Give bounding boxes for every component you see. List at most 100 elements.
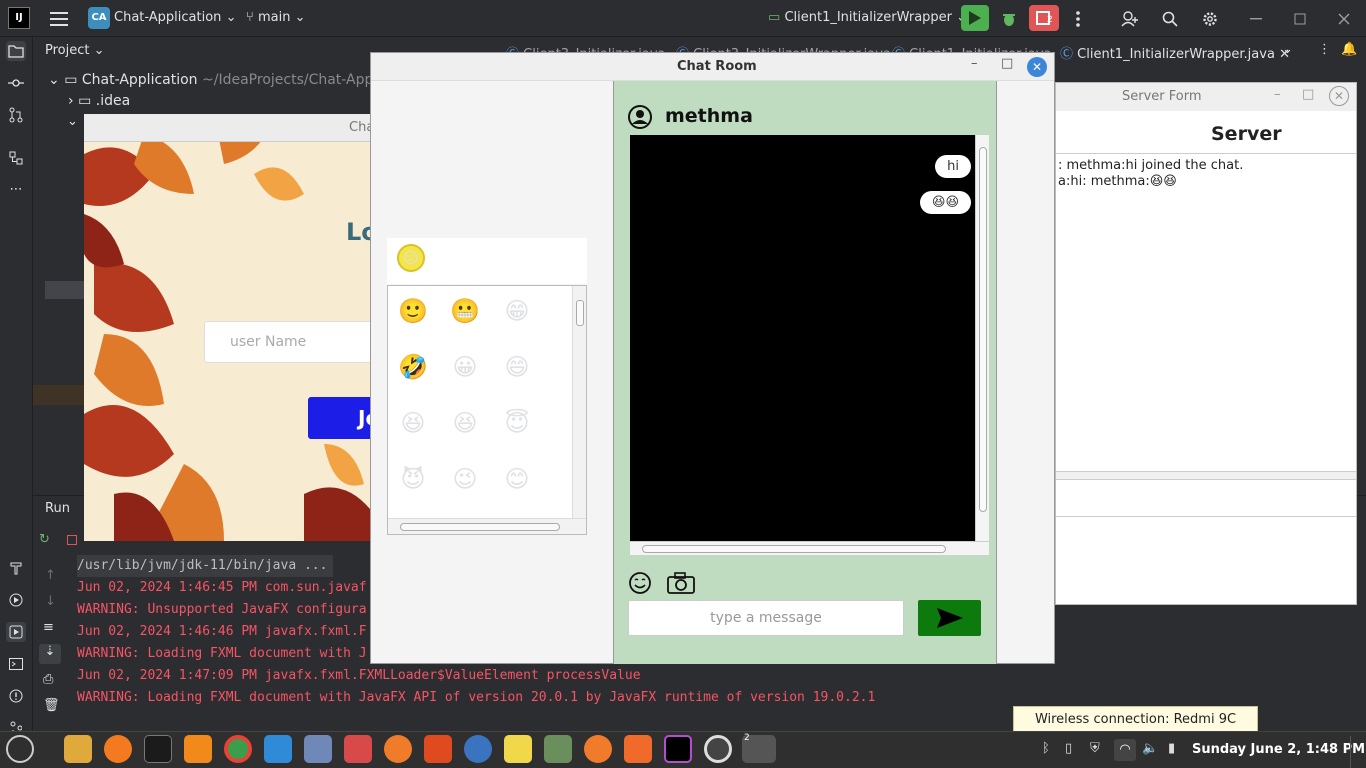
messages-horizontal-scrollbar[interactable]	[630, 541, 989, 555]
rerun-icon[interactable]: ↻	[39, 532, 50, 547]
send-button[interactable]	[918, 600, 981, 636]
emoji-option[interactable]: 🤣	[398, 352, 428, 382]
app-icon[interactable]	[424, 735, 452, 763]
server-message-input[interactable]	[1056, 479, 1356, 517]
clipboard-icon[interactable]: ▯	[1065, 741, 1072, 756]
branch-selector[interactable]: ⑂ main ⌄	[246, 10, 305, 25]
username-field[interactable]: user Name	[204, 321, 374, 363]
emoji-option[interactable]: 😊	[502, 464, 532, 494]
emoji-option[interactable]: 😬	[450, 296, 480, 326]
messages-vertical-scrollbar[interactable]	[975, 135, 989, 541]
window-maximize-icon[interactable]: □	[1001, 56, 1013, 71]
build-icon[interactable]	[6, 558, 26, 578]
start-menu-icon[interactable]	[6, 735, 34, 763]
camera-app-icon[interactable]	[304, 735, 332, 763]
battery-icon[interactable]: ▮	[1168, 741, 1175, 756]
firefox-icon[interactable]	[104, 735, 132, 763]
app-icon[interactable]	[384, 735, 412, 763]
tree-root-row[interactable]: ⌄ ▭ Chat-Application ~/IdeaProjects/Chat…	[48, 72, 397, 88]
show-desktop-button[interactable]	[1350, 736, 1366, 768]
java-app-group-icon[interactable]: 2	[742, 733, 776, 763]
window-maximize-icon[interactable]	[1288, 7, 1312, 31]
media-player-icon[interactable]	[184, 735, 212, 763]
add-user-icon[interactable]	[1118, 7, 1142, 31]
messages-scroll-thumb[interactable]	[979, 147, 987, 512]
emoji-button-icon[interactable]	[628, 571, 652, 595]
run-tool-icon[interactable]	[6, 622, 26, 642]
clear-console-icon[interactable]: 🗑	[43, 698, 60, 713]
selected-emoji[interactable]: 😑	[397, 244, 425, 272]
window-close-icon[interactable]: ✕	[1027, 57, 1047, 77]
postman-icon[interactable]	[344, 735, 372, 763]
window-minimize-icon[interactable]: –	[1274, 87, 1281, 102]
terminal-app-icon[interactable]	[144, 735, 172, 763]
project-tool-icon[interactable]	[6, 41, 26, 61]
search-icon[interactable]	[1158, 7, 1182, 31]
project-selector[interactable]: Chat-Application ⌄	[114, 10, 236, 25]
intellij-taskbar-icon[interactable]	[664, 735, 692, 763]
volume-icon[interactable]: 🔈	[1142, 741, 1158, 756]
run-button[interactable]	[961, 5, 989, 31]
terminal-icon[interactable]	[6, 654, 26, 674]
debug-icon[interactable]	[997, 7, 1021, 31]
run-config-selector[interactable]: ▭ Client1_InitializerWrapper ⌄	[768, 10, 967, 25]
tabs-more-icon[interactable]: ⋮	[1318, 42, 1331, 57]
window-minimize-icon[interactable]: –	[971, 56, 978, 71]
chrome-icon[interactable]	[224, 735, 252, 763]
app-icon[interactable]	[584, 735, 612, 763]
notifications-icon[interactable]: 🔔	[1341, 42, 1357, 57]
soft-wrap-icon[interactable]: ≡	[43, 620, 54, 635]
main-menu-icon[interactable]	[47, 7, 71, 31]
more-tools-icon[interactable]: ⋯	[6, 179, 26, 199]
emoji-vertical-scrollbar[interactable]	[572, 286, 586, 518]
server-log-area[interactable]: : methma:hi joined the chat. a:hi: methm…	[1056, 153, 1356, 471]
emoji-scroll-thumb[interactable]	[576, 300, 584, 326]
camera-icon[interactable]	[667, 572, 695, 594]
emoji-option[interactable]: 😈	[398, 464, 428, 494]
project-panel-header[interactable]: Project ⌄	[45, 43, 105, 58]
brave-icon[interactable]	[624, 735, 652, 763]
emoji-horizontal-scrollbar[interactable]	[388, 518, 586, 534]
app-icon[interactable]	[464, 735, 492, 763]
window-maximize-icon[interactable]: □	[1302, 87, 1314, 102]
emoji-option[interactable]: 😇	[502, 408, 532, 438]
emoji-option[interactable]: 😆	[450, 408, 480, 438]
emoji-option[interactable]: 😀	[450, 352, 480, 382]
project-badge[interactable]: CA	[88, 7, 110, 29]
app-icon[interactable]	[544, 735, 572, 763]
messages-hscroll-thumb[interactable]	[642, 545, 946, 553]
expand-chevron-icon[interactable]: ⌄	[67, 114, 78, 129]
wifi-icon[interactable]: ◠	[1114, 739, 1136, 761]
message-input[interactable]: type a message	[628, 600, 904, 636]
intellij-logo-icon[interactable]: IJ	[8, 7, 30, 29]
print-icon[interactable]: ⎙	[43, 672, 53, 687]
stop-run-icon[interactable]	[67, 535, 77, 545]
emoji-option[interactable]: 😁	[502, 296, 532, 326]
scroll-to-end-icon[interactable]: ⇣	[39, 644, 61, 664]
stop-button[interactable]: 2	[1029, 5, 1059, 31]
tab-list-chevron-icon[interactable]: ⌄	[1282, 42, 1293, 57]
join-button[interactable]: Jo	[308, 397, 374, 439]
file-manager-icon[interactable]	[64, 735, 92, 763]
clock[interactable]: Sunday June 2, 1:48 PM	[1192, 742, 1365, 757]
notes-icon[interactable]	[504, 735, 532, 763]
window-close-icon[interactable]	[1332, 7, 1356, 31]
scroll-down-icon[interactable]: ↓	[45, 594, 56, 609]
editor-tab-active[interactable]: Ⓒ Client1_InitializerWrapper.java ✕	[1060, 43, 1290, 62]
commit-tool-icon[interactable]	[6, 73, 26, 93]
messages-area[interactable]: hi 😆😆	[630, 135, 975, 541]
window-close-icon[interactable]: ✕	[1329, 86, 1349, 106]
settings-taskbar-icon[interactable]	[704, 735, 732, 763]
vscode-icon[interactable]	[264, 735, 292, 763]
more-actions-icon[interactable]	[1066, 7, 1090, 31]
settings-gear-icon[interactable]	[1198, 7, 1222, 31]
server-log-scrollbar[interactable]	[1056, 471, 1356, 479]
pull-requests-icon[interactable]	[6, 105, 26, 125]
emoji-option[interactable]: 🙂	[398, 296, 428, 326]
shield-icon[interactable]: ⛨	[1090, 741, 1100, 756]
emoji-option[interactable]: 😉	[450, 464, 480, 494]
services-icon[interactable]	[6, 590, 26, 610]
window-minimize-icon[interactable]	[1244, 7, 1268, 31]
structure-icon[interactable]	[6, 148, 26, 168]
emoji-hscroll-thumb[interactable]	[400, 523, 560, 531]
